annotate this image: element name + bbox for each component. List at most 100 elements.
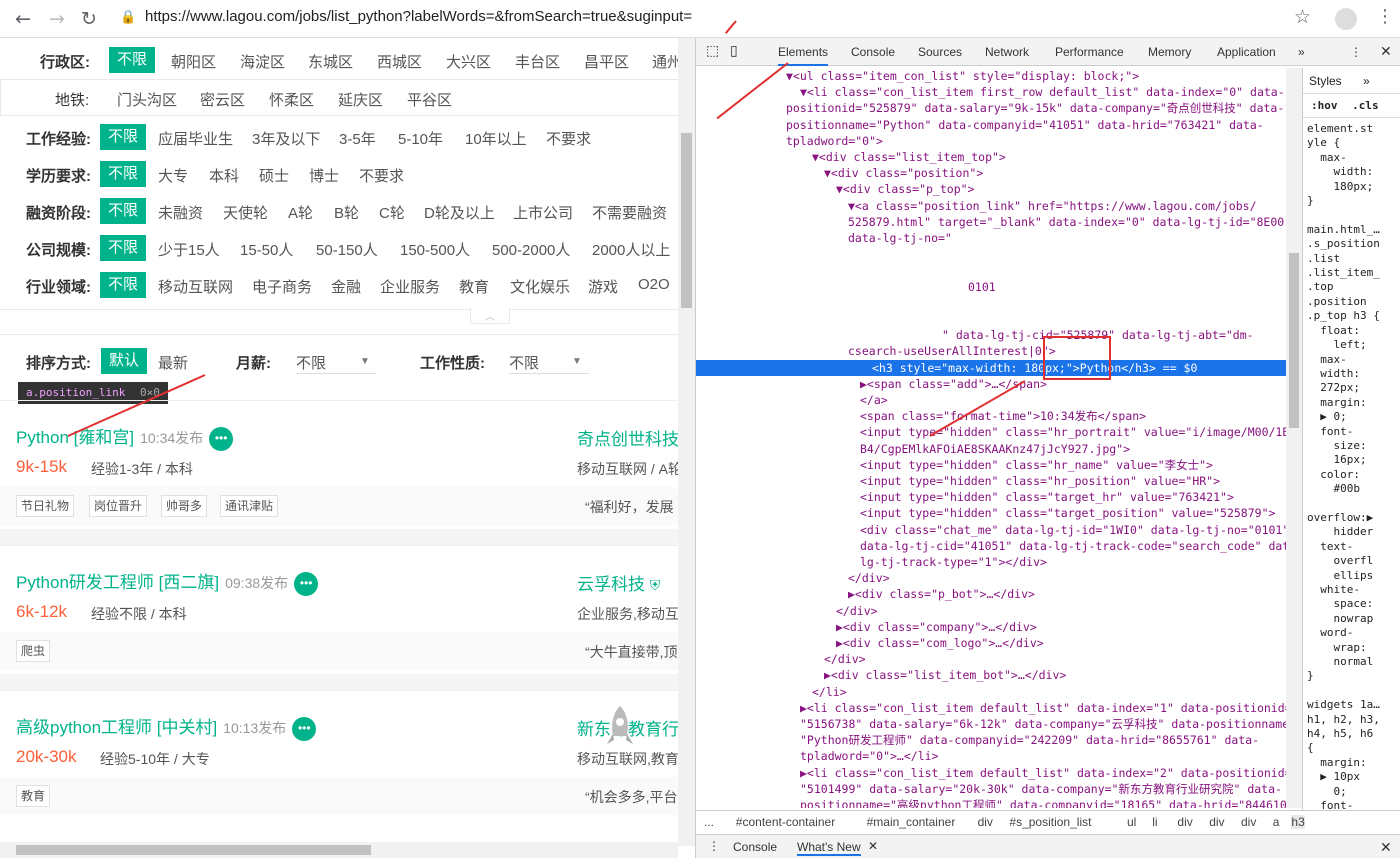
close-drawer-icon[interactable]: ✕ <box>1380 839 1392 856</box>
filter-option[interactable]: O2O <box>638 276 670 293</box>
dom-node-line[interactable]: "5101499" data-salary="20k-30k" data-com… <box>696 781 1286 797</box>
horizontal-scrollbar[interactable] <box>0 842 678 858</box>
dom-node-line[interactable]: ▼<div class="p_top"> <box>696 181 1286 197</box>
filter-option[interactable]: D轮及以上 <box>424 202 495 223</box>
filter-selected[interactable]: 不限 <box>100 235 147 261</box>
filter-option[interactable]: 大兴区 <box>446 51 491 72</box>
tab-styles[interactable]: Styles <box>1309 74 1342 88</box>
dom-node-line[interactable]: tpladword="0"> <box>696 133 1286 149</box>
cls-toggle[interactable]: .cls <box>1352 99 1379 112</box>
filter-option[interactable]: 朝阳区 <box>171 51 216 72</box>
dom-node-line[interactable]: ▶<li class="con_list_item default_list" … <box>696 700 1286 716</box>
dom-node-line[interactable]: <input type="hidden" class="hr_portrait"… <box>696 424 1286 440</box>
dom-node-line[interactable]: ▶<span class="add">…</span> <box>696 376 1286 392</box>
dom-node-line[interactable]: ▶<div class="com_logo">…</div> <box>696 635 1286 651</box>
tab-console[interactable]: Console <box>851 45 895 59</box>
dom-node-line[interactable]: <span class="format-time">10:34发布</span> <box>696 408 1286 424</box>
dom-node-line[interactable] <box>696 262 1286 278</box>
dom-node-line[interactable]: positionid="525879" data-salary="9k-15k"… <box>696 100 1286 116</box>
dom-node-line[interactable]: <input type="hidden" class="hr_position"… <box>696 473 1286 489</box>
back-icon[interactable]: ← <box>10 6 36 32</box>
breadcrumb-item[interactable]: div <box>1241 815 1256 829</box>
job-card[interactable]: 高级python工程师 [中关村] 10:13发布 ••• 20k-30k 经验5-… <box>0 690 678 815</box>
scrollbar-thumb[interactable] <box>681 133 692 308</box>
address-bar[interactable]: https://www.lagou.com/jobs/list_python?l… <box>145 8 692 25</box>
dom-node-line[interactable]: <input type="hidden" class="target_posit… <box>696 505 1286 521</box>
dom-node-line[interactable] <box>696 246 1286 262</box>
dom-node-line[interactable] <box>696 311 1286 327</box>
rocket-icon[interactable] <box>605 704 635 750</box>
filter-option[interactable]: 电子商务 <box>252 276 312 297</box>
browser-menu-icon[interactable]: ⋮ <box>1376 6 1394 27</box>
filter-option[interactable]: 移动互联网 <box>158 276 233 297</box>
filter-selected[interactable]: 不限 <box>109 47 156 73</box>
breadcrumb-item[interactable]: a <box>1273 815 1280 829</box>
filter-option[interactable]: B轮 <box>334 202 359 223</box>
filter-option[interactable]: A轮 <box>288 202 313 223</box>
scrollbar-thumb[interactable] <box>1289 253 1299 428</box>
filter-option[interactable]: 怀柔区 <box>269 89 314 110</box>
filter-option[interactable]: 不要求 <box>546 128 591 149</box>
sort-default[interactable]: 默认 <box>101 348 148 374</box>
breadcrumb-item[interactable]: #s_position_list <box>1009 815 1091 829</box>
breadcrumb-item[interactable]: #main_container <box>867 815 956 829</box>
styles-pane[interactable]: Styles » :hov .cls element.st yle { max-… <box>1302 68 1400 828</box>
tab-application[interactable]: Application <box>1217 45 1276 59</box>
dom-node-line[interactable]: ▶<div class="p_bot">…</div> <box>696 586 1286 602</box>
filter-option[interactable]: 游戏 <box>588 276 618 297</box>
filter-option[interactable]: 昌平区 <box>584 51 629 72</box>
filter-option[interactable]: 大专 <box>158 165 188 186</box>
breadcrumb-item[interactable]: ul <box>1127 815 1136 829</box>
filter-option[interactable]: 天使轮 <box>223 202 268 223</box>
filter-option[interactable]: 东城区 <box>308 51 353 72</box>
dom-node-line[interactable]: </li> <box>696 684 1286 700</box>
filter-option[interactable]: 3年及以下 <box>252 128 320 149</box>
dom-node-line[interactable]: </div> <box>696 651 1286 667</box>
elements-tree[interactable]: ▼<ul class="item_con_list" style="displa… <box>696 68 1286 808</box>
job-title[interactable]: Python研发工程师 [西二旗] <box>16 573 219 592</box>
dom-node-line[interactable]: <div class="chat_me" data-lg-tj-id="1WI0… <box>696 522 1286 538</box>
filter-option[interactable]: 不需要融资 <box>592 202 667 223</box>
tab-network[interactable]: Network <box>985 45 1029 59</box>
filter-selected[interactable]: 不限 <box>100 124 147 150</box>
sort-latest[interactable]: 最新 <box>158 352 188 373</box>
more-icon[interactable]: » <box>1363 74 1370 88</box>
chevron-down-icon[interactable]: ▼ <box>572 356 582 367</box>
tab-performance[interactable]: Performance <box>1055 45 1124 59</box>
page-scrollbar[interactable] <box>678 38 695 846</box>
dom-node-line[interactable]: "5156738" data-salary="6k-12k" data-comp… <box>696 716 1286 732</box>
filter-option[interactable]: 延庆区 <box>338 89 383 110</box>
more-tabs-icon[interactable]: » <box>1298 45 1305 59</box>
close-icon[interactable]: ✕ <box>1380 43 1392 60</box>
dom-node-line[interactable]: csearch-useUserAllInterest|0"> <box>696 343 1286 359</box>
dom-node-line[interactable]: <input type="hidden" class="target_hr" v… <box>696 489 1286 505</box>
filter-option[interactable]: 丰台区 <box>515 51 560 72</box>
close-icon[interactable]: ✕ <box>868 839 878 853</box>
filter-option[interactable]: 密云区 <box>200 89 245 110</box>
filter-option[interactable]: 企业服务 <box>380 276 440 297</box>
filter-option[interactable]: 平谷区 <box>407 89 452 110</box>
dom-node-line[interactable]: ▶<div class="list_item_bot">…</div> <box>696 667 1286 683</box>
dom-node-line[interactable]: ▼<li class="con_list_item first_row defa… <box>696 84 1286 100</box>
dom-node-line[interactable]: data-lg-tj-cid="41051" data-lg-tj-track-… <box>696 538 1286 554</box>
breadcrumb-item[interactable]: div <box>978 815 993 829</box>
filter-option[interactable]: 5-10年 <box>398 128 443 149</box>
tab-sources[interactable]: Sources <box>918 45 962 59</box>
dom-node-line[interactable]: 0101 <box>696 279 1286 295</box>
filter-selected[interactable]: 不限 <box>100 161 147 187</box>
dom-node-line[interactable]: " data-lg-tj-cid="525879" data-lg-tj-abt… <box>696 327 1286 343</box>
breadcrumb-item[interactable]: div <box>1177 815 1192 829</box>
job-title-row[interactable]: 高级python工程师 [中关村] 10:13发布 ••• <box>16 713 317 741</box>
filter-selected[interactable]: 不限 <box>100 272 147 298</box>
tab-memory[interactable]: Memory <box>1148 45 1191 59</box>
forward-icon[interactable]: → <box>44 6 70 32</box>
filter-option[interactable]: 500-2000人 <box>492 239 570 260</box>
dom-node-line[interactable]: tpladword="0">…</li> <box>696 748 1286 764</box>
breadcrumb-item[interactable]: li <box>1152 815 1157 829</box>
device-toggle-icon[interactable]: ▯ <box>730 42 738 59</box>
filter-option[interactable]: 15-50人 <box>240 239 293 260</box>
dom-node-line[interactable]: 525879.html" target="_blank" data-index=… <box>696 214 1286 230</box>
job-title-row[interactable]: Python [雍和宫] 10:34发布 ••• <box>16 423 234 451</box>
dom-node-line[interactable]: ▼<ul class="item_con_list" style="displa… <box>696 68 1286 84</box>
filter-option[interactable]: 门头沟区 <box>117 89 177 110</box>
